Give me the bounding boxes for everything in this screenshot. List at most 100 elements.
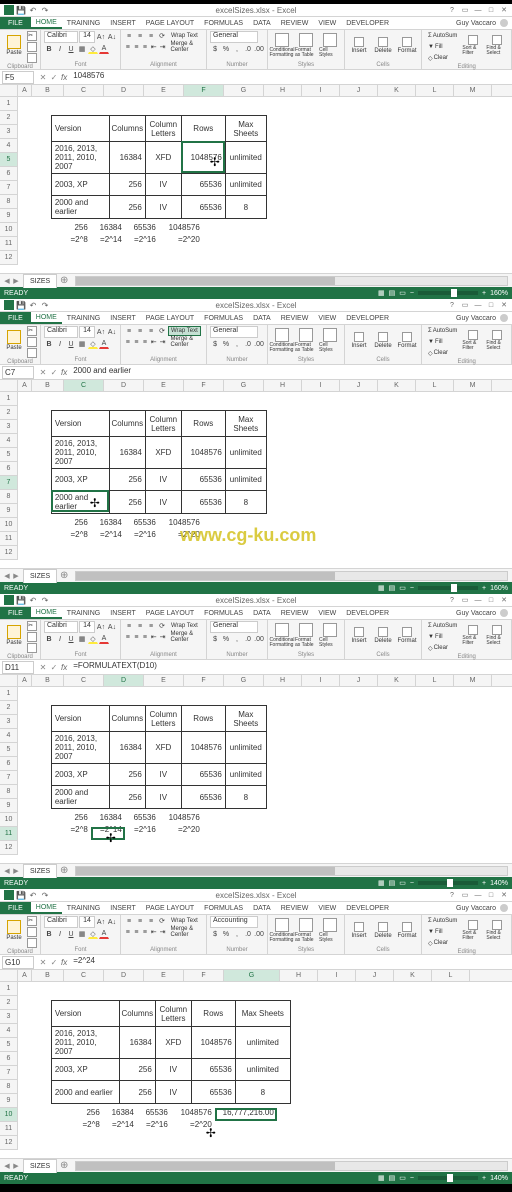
align-top-icon[interactable]: ≡ (124, 621, 134, 631)
row-header-3[interactable]: 3 (0, 125, 18, 139)
minimize-icon[interactable]: — (472, 300, 484, 310)
view-page-break-icon[interactable]: ▭ (399, 879, 406, 887)
fill-button[interactable]: ▼ Fill (425, 632, 460, 642)
border-button[interactable]: ▦ (77, 339, 87, 349)
save-icon[interactable]: 💾 (16, 5, 26, 15)
merge-center-button[interactable]: Merge & Center (167, 337, 203, 347)
select-all-cell[interactable] (0, 970, 18, 981)
font-size-select[interactable]: 14 (79, 326, 95, 338)
tab-developer[interactable]: DEVELOPER (341, 312, 394, 324)
tab-home[interactable]: HOME (31, 902, 62, 914)
format-painter-icon[interactable] (27, 53, 37, 63)
fill-color-button[interactable]: ◇ (88, 929, 98, 939)
col-header-I[interactable]: I (302, 85, 340, 96)
conditional-formatting-button[interactable]: Conditional Formatting (271, 916, 293, 944)
tab-insert[interactable]: INSERT (105, 17, 141, 29)
format-as-table-button[interactable]: Format as Table (295, 326, 317, 354)
col-header-A[interactable]: A (18, 675, 32, 686)
help-icon[interactable]: ? (446, 300, 458, 310)
view-normal-icon[interactable]: ▦ (378, 289, 385, 297)
row-header-1[interactable]: 1 (0, 392, 18, 406)
underline-button[interactable]: U (66, 339, 76, 349)
worksheet-grid[interactable]: ABCDEFGHIJKLM123456789101112VersionColum… (0, 85, 512, 273)
row-header-6[interactable]: 6 (0, 462, 18, 476)
font-size-select[interactable]: 14 (79, 31, 95, 43)
zoom-level[interactable]: 160% (490, 585, 508, 592)
sheet-nav-prev-icon[interactable]: ◀ (3, 277, 11, 285)
align-middle-icon[interactable]: ≡ (135, 621, 145, 631)
align-bottom-icon[interactable]: ≡ (146, 621, 156, 631)
align-right-icon[interactable]: ≡ (141, 337, 149, 347)
decrease-font-icon[interactable]: A↓ (107, 327, 117, 337)
number-format-select[interactable]: General (210, 31, 258, 43)
view-page-break-icon[interactable]: ▭ (399, 584, 406, 592)
find-select-button[interactable]: Find & Select (486, 326, 508, 354)
sheet-tab-sizes[interactable]: SIZES (23, 864, 57, 878)
col-header-G[interactable]: G (224, 675, 264, 686)
fx-icon[interactable]: fx (61, 368, 69, 377)
cell-styles-button[interactable]: Cell Styles (319, 31, 341, 59)
tab-page-layout[interactable]: PAGE LAYOUT (141, 607, 199, 619)
delete-cells-button[interactable]: Delete (372, 916, 394, 944)
font-color-button[interactable]: A (99, 929, 109, 939)
cut-icon[interactable]: ✂ (27, 326, 37, 336)
col-header-G[interactable]: G (224, 85, 264, 96)
paste-button[interactable]: Paste (3, 916, 25, 944)
user-avatar-icon[interactable] (500, 609, 508, 617)
delete-cells-button[interactable]: Delete (372, 621, 394, 649)
delete-cells-button[interactable]: Delete (372, 31, 394, 59)
increase-decimal-icon[interactable]: .0 (243, 929, 253, 939)
autosum-button[interactable]: Σ AutoSum (425, 621, 460, 631)
clear-button[interactable]: ◇ Clear (425, 348, 460, 358)
row-header-4[interactable]: 4 (0, 1024, 18, 1038)
font-size-select[interactable]: 14 (79, 916, 95, 928)
font-size-select[interactable]: 14 (79, 621, 95, 633)
col-header-H[interactable]: H (280, 970, 318, 981)
user-name[interactable]: Guy Vaccaro (456, 610, 496, 617)
decrease-indent-icon[interactable]: ⇤ (150, 337, 158, 347)
tab-insert[interactable]: INSERT (105, 312, 141, 324)
font-name-select[interactable]: Calibri (44, 326, 78, 338)
tab-data[interactable]: DATA (248, 902, 276, 914)
sheet-nav-prev-icon[interactable]: ◀ (3, 867, 11, 875)
tab-review[interactable]: REVIEW (276, 902, 314, 914)
merge-center-button[interactable]: Merge & Center (167, 632, 203, 642)
font-color-button[interactable]: A (99, 339, 109, 349)
currency-icon[interactable]: $ (210, 929, 220, 939)
orientation-icon[interactable]: ⟳ (157, 326, 167, 336)
bold-button[interactable]: B (44, 339, 54, 349)
format-painter-icon[interactable] (27, 348, 37, 358)
col-header-D[interactable]: D (104, 85, 144, 96)
redo-icon[interactable]: ↷ (40, 890, 50, 900)
accept-formula-icon[interactable]: ✓ (49, 367, 59, 377)
view-page-break-icon[interactable]: ▭ (399, 289, 406, 297)
align-center-icon[interactable]: ≡ (133, 632, 141, 642)
orientation-icon[interactable]: ⟳ (157, 621, 167, 631)
horizontal-scrollbar[interactable] (75, 1161, 508, 1171)
close-icon[interactable]: ✕ (498, 890, 510, 900)
fill-button[interactable]: ▼ Fill (425, 337, 460, 347)
row-header-6[interactable]: 6 (0, 1052, 18, 1066)
row-header-4[interactable]: 4 (0, 139, 18, 153)
col-header-F[interactable]: F (184, 85, 224, 96)
format-cells-button[interactable]: Format (396, 31, 418, 59)
row-header-8[interactable]: 8 (0, 1080, 18, 1094)
tab-file[interactable]: FILE (0, 17, 31, 29)
zoom-slider[interactable] (418, 881, 478, 885)
sheet-nav-next-icon[interactable]: ▶ (12, 572, 20, 580)
col-header-J[interactable]: J (356, 970, 394, 981)
ribbon-collapse-icon[interactable]: ▭ (459, 5, 471, 15)
increase-font-icon[interactable]: A↑ (96, 32, 106, 42)
row-header-1[interactable]: 1 (0, 687, 18, 701)
tab-home[interactable]: HOME (31, 17, 62, 29)
cancel-formula-icon[interactable]: ✕ (38, 957, 48, 967)
view-page-layout-icon[interactable]: ▤ (389, 879, 396, 887)
user-name[interactable]: Guy Vaccaro (456, 315, 496, 322)
user-name[interactable]: Guy Vaccaro (456, 905, 496, 912)
font-color-button[interactable]: A (99, 44, 109, 54)
wrap-text-button[interactable]: Wrap Text (168, 621, 201, 631)
col-header-C[interactable]: C (64, 970, 104, 981)
align-bottom-icon[interactable]: ≡ (146, 326, 156, 336)
clear-button[interactable]: ◇ Clear (425, 643, 460, 653)
sheet-nav-next-icon[interactable]: ▶ (12, 1162, 20, 1170)
